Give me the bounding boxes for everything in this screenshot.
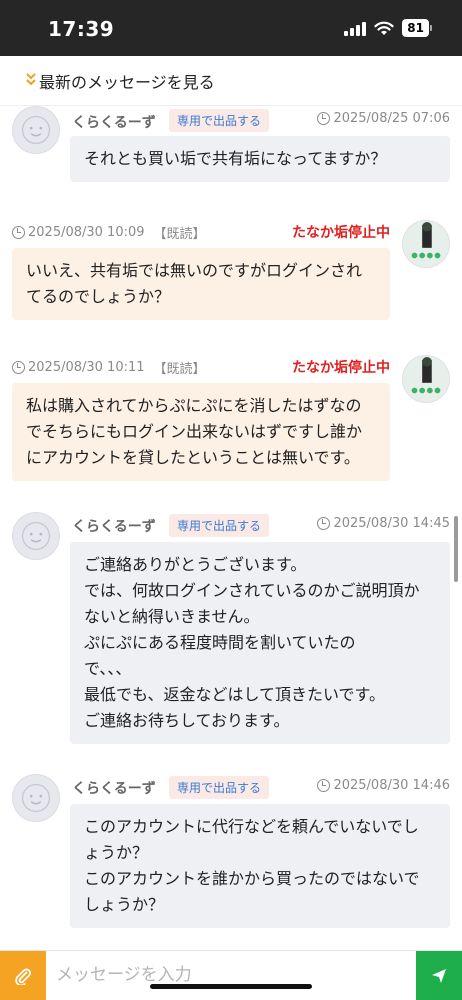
- scrollbar[interactable]: [454, 516, 458, 582]
- message-line: ご連絡ありがとうございます。: [84, 555, 307, 574]
- send-icon: [432, 968, 446, 983]
- message-bubble: 私は購入されてからぷにぷにを消したはずなの でそちらにもログイン出来ないはずです…: [12, 383, 390, 481]
- message-timestamp: 2025/08/30 10:09 【既読】: [12, 223, 206, 242]
- sender-name[interactable]: くらくるーず: [72, 112, 156, 132]
- message-line: で、、、: [84, 659, 132, 678]
- message-line: にアカウントを貸したということは無いです。: [26, 448, 360, 467]
- message-line: ないと納得いきません。: [84, 607, 260, 626]
- double-chevron-down-icon: [26, 72, 36, 89]
- listing-badge[interactable]: 専用で出品する: [169, 776, 270, 799]
- clock-icon: [317, 779, 331, 792]
- message-line: ぷにぷにある程度時間を割いていたの: [84, 633, 356, 652]
- timestamp-text: 2025/08/30 14:45: [333, 516, 450, 531]
- sender-name[interactable]: くらくるーず: [72, 778, 156, 798]
- read-status: 【既読】: [153, 362, 206, 377]
- timestamp-text: 2025/08/30 14:46: [333, 778, 450, 793]
- message-line: それとも買い垢で共有垢になってますか？: [84, 149, 387, 168]
- avatar: [12, 774, 60, 822]
- wifi-icon: [374, 21, 394, 35]
- message-timestamp: 2025/08/30 14:45: [317, 516, 450, 531]
- message-line: 私は購入されてからぷにぷにを消したはずなの: [26, 396, 362, 415]
- clock-icon: [317, 112, 331, 125]
- message-line: でそちらにもログイン出来ないはずですし誰か: [26, 422, 363, 441]
- clock-icon: [12, 361, 25, 374]
- message-line: では、何故ログインされているのかご説明頂か: [84, 581, 420, 600]
- chat-thread[interactable]: くらくるーず 専用で出品する 2025/08/25 07:06 それとも買い垢で…: [0, 106, 462, 950]
- attach-button[interactable]: [0, 951, 46, 1000]
- read-status: 【既読】: [153, 227, 206, 242]
- message-bubble: ご連絡ありがとうございます。 では、何故ログインされているのかご説明頂か ないと…: [70, 542, 450, 744]
- home-indicator: [150, 984, 312, 989]
- message-timestamp: 2025/08/25 07:06: [317, 111, 450, 126]
- clock-icon: [317, 517, 331, 530]
- message-line: しょうか？: [84, 895, 165, 914]
- message-line: このアカウントに代行などを頼んでいないでし: [84, 817, 419, 836]
- timestamp-text: 2025/08/25 07:06: [333, 111, 450, 126]
- latest-messages-label: 最新のメッセージを見る: [39, 72, 215, 92]
- message-line: いいえ、共有垢では無いのですがログインされ: [26, 261, 363, 280]
- battery-icon: 81: [402, 19, 432, 37]
- avatar-self: [402, 355, 450, 403]
- battery-level: 81: [402, 19, 429, 37]
- status-time: 17:39: [48, 17, 115, 41]
- status-bar: 17:39 81: [0, 0, 462, 56]
- account-status: たなか垢停止中: [292, 360, 390, 376]
- account-status: たなか垢停止中: [292, 225, 390, 241]
- avatar-self: [402, 220, 450, 268]
- sender-name[interactable]: くらくるーず: [72, 516, 156, 536]
- cellular-signal-icon: [344, 20, 367, 36]
- message-timestamp: 2025/08/30 10:11 【既読】: [12, 358, 206, 377]
- listing-badge[interactable]: 専用で出品する: [169, 514, 270, 537]
- message-line: ょうか？: [84, 843, 149, 862]
- send-button[interactable]: [416, 951, 462, 1000]
- message-line: ご連絡お待ちしております。: [84, 711, 290, 730]
- timestamp-text: 2025/08/30 10:11: [28, 360, 145, 375]
- message-line: てるのでしょうか？: [26, 287, 171, 306]
- listing-badge[interactable]: 専用で出品する: [169, 109, 270, 132]
- latest-messages-link[interactable]: 最新のメッセージを見る: [0, 56, 462, 106]
- message-bubble: このアカウントに代行などを頼んでいないでし ょうか？ このアカウントを誰かから買…: [70, 804, 450, 928]
- message-timestamp: 2025/08/30 14:46: [317, 778, 450, 793]
- timestamp-text: 2025/08/30 10:09: [28, 225, 145, 240]
- message-bubble: いいえ、共有垢では無いのですがログインされ てるのでしょうか？: [12, 248, 390, 320]
- clock-icon: [12, 226, 25, 239]
- avatar: [12, 106, 60, 154]
- message-composer: [0, 950, 462, 1000]
- message-line: このアカウントを誰かから買ったのではないで: [84, 869, 420, 888]
- message-line: 最低でも、返金などはして頂きたいです。: [84, 685, 385, 704]
- message-bubble: それとも買い垢で共有垢になってますか？: [70, 136, 450, 182]
- paperclip-icon: [15, 968, 31, 985]
- avatar: [12, 512, 60, 560]
- status-icons: 81: [344, 19, 432, 37]
